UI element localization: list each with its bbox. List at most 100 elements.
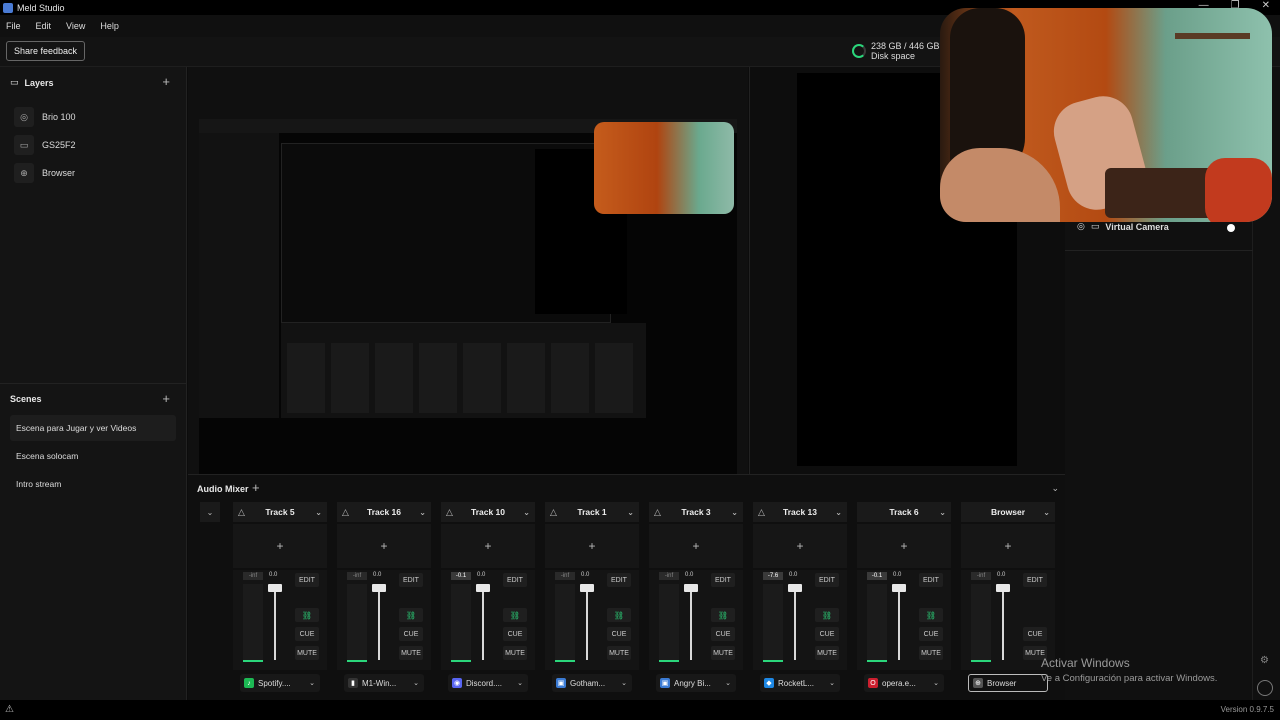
settings-gear-icon[interactable]: ⚙ [1260, 655, 1269, 666]
layer-item-gs25f2[interactable]: ▭ GS25F2 [14, 135, 76, 155]
track-header[interactable]: △ Track 13 ⌄ [753, 502, 847, 522]
source-select[interactable]: ▮ M1-Win... ⌄ [344, 674, 424, 692]
chevron-down-icon[interactable]: ⌄ [627, 508, 634, 517]
volume-fader-handle[interactable] [892, 584, 906, 592]
scene-preview[interactable] [199, 119, 737, 489]
track-header[interactable]: △ Track 3 ⌄ [649, 502, 743, 522]
mute-button[interactable]: MUTE [815, 646, 839, 660]
edit-button[interactable]: EDIT [607, 573, 631, 587]
volume-fader-handle[interactable] [788, 584, 802, 592]
add-source-button[interactable]: + [961, 524, 1055, 568]
source-select[interactable]: ♪ Spotify.... ⌄ [240, 674, 320, 692]
add-source-button[interactable]: + [753, 524, 847, 568]
edit-button[interactable]: EDIT [503, 573, 527, 587]
edit-button[interactable]: EDIT [1023, 573, 1047, 587]
add-source-button[interactable]: + [545, 524, 639, 568]
source-select[interactable]: ⊕ Browser [968, 674, 1048, 692]
virtual-camera-toggle[interactable] [1227, 224, 1235, 232]
layer-item-browser[interactable]: ⊕ Browser [14, 163, 75, 183]
track-header[interactable]: Track 6 ⌄ [857, 502, 951, 522]
chevron-down-icon[interactable]: ⌄ [200, 502, 220, 522]
link-icon[interactable]: ⛓ [399, 608, 423, 622]
edit-button[interactable]: EDIT [295, 573, 319, 587]
source-select[interactable]: ▣ Angry Bi... ⌄ [656, 674, 736, 692]
layer-item-brio[interactable]: ◎ Brio 100 [14, 107, 76, 127]
share-feedback-button[interactable]: Share feedback [6, 41, 86, 61]
track-header[interactable]: △ Track 10 ⌄ [441, 502, 535, 522]
add-source-button[interactable]: + [441, 524, 535, 568]
edit-button[interactable]: EDIT [711, 573, 735, 587]
chevron-down-icon[interactable]: ⌄ [835, 508, 842, 517]
cue-button[interactable]: CUE [295, 627, 319, 641]
chevron-down-icon[interactable]: ⌄ [523, 508, 530, 517]
edit-button[interactable]: EDIT [919, 573, 943, 587]
volume-fader-track[interactable] [898, 584, 900, 660]
link-icon[interactable]: ⛓ [295, 608, 319, 622]
volume-fader-handle[interactable] [268, 584, 282, 592]
mute-button[interactable]: MUTE [711, 646, 735, 660]
warning-icon[interactable]: ⚠ [5, 704, 14, 715]
volume-fader-handle[interactable] [996, 584, 1010, 592]
volume-fader-handle[interactable] [580, 584, 594, 592]
add-source-button[interactable]: + [337, 524, 431, 568]
edit-button[interactable]: EDIT [815, 573, 839, 587]
close-button[interactable]: ✕ [1262, 0, 1270, 11]
volume-fader-track[interactable] [586, 584, 588, 660]
volume-fader-track[interactable] [690, 584, 692, 660]
avatar[interactable] [1257, 680, 1273, 696]
menu-file[interactable]: File [6, 21, 21, 31]
mute-button[interactable]: MUTE [399, 646, 423, 660]
cue-button[interactable]: CUE [399, 627, 423, 641]
source-select[interactable]: ◉ Discord.... ⌄ [448, 674, 528, 692]
cue-button[interactable]: CUE [503, 627, 527, 641]
scene-item-jugar[interactable]: Escena para Jugar y ver Videos [10, 415, 176, 441]
cue-button[interactable]: CUE [1023, 627, 1047, 641]
link-icon[interactable]: ⛓ [607, 608, 631, 622]
volume-fader-track[interactable] [482, 584, 484, 660]
scene-item-intro[interactable]: Intro stream [10, 471, 176, 497]
volume-fader-track[interactable] [274, 584, 276, 660]
volume-fader-track[interactable] [1002, 584, 1004, 660]
chevron-down-icon[interactable]: ⌄ [731, 508, 738, 517]
cue-button[interactable]: CUE [607, 627, 631, 641]
mute-button[interactable]: MUTE [607, 646, 631, 660]
add-source-button[interactable]: + [649, 524, 743, 568]
add-source-button[interactable]: + [857, 524, 951, 568]
cue-button[interactable]: CUE [711, 627, 735, 641]
add-scene-button[interactable]: + [162, 391, 170, 406]
volume-fader-track[interactable] [794, 584, 796, 660]
add-track-button[interactable]: + [252, 480, 260, 495]
chevron-down-icon[interactable]: ⌄ [315, 508, 322, 517]
track-header[interactable]: Browser ⌄ [961, 502, 1055, 522]
volume-fader-handle[interactable] [684, 584, 698, 592]
menu-view[interactable]: View [66, 21, 85, 31]
cue-button[interactable]: CUE [815, 627, 839, 641]
mute-button[interactable]: MUTE [295, 646, 319, 660]
link-icon[interactable]: ⛓ [711, 608, 735, 622]
menu-help[interactable]: Help [100, 21, 119, 31]
mute-button[interactable]: MUTE [919, 646, 943, 660]
track-header[interactable]: △ Track 16 ⌄ [337, 502, 431, 522]
virtual-camera-row[interactable]: ◎ ▭ Virtual Camera [1077, 221, 1169, 232]
source-select[interactable]: ▣ Gotham... ⌄ [552, 674, 632, 692]
scene-item-solocam[interactable]: Escena solocam [10, 443, 176, 469]
link-icon[interactable]: ⛓ [919, 608, 943, 622]
chevron-down-icon[interactable]: ⌄ [419, 508, 426, 517]
add-source-button[interactable]: + [233, 524, 327, 568]
track-header[interactable]: △ Track 1 ⌄ [545, 502, 639, 522]
chevron-down-icon[interactable]: ⌄ [939, 508, 946, 517]
menu-edit[interactable]: Edit [36, 21, 52, 31]
source-select[interactable]: ◆ RocketL... ⌄ [760, 674, 840, 692]
chevron-down-icon[interactable]: ⌄ [1043, 508, 1050, 517]
volume-fader-track[interactable] [378, 584, 380, 660]
cue-button[interactable]: CUE [919, 627, 943, 641]
track-header[interactable]: △ Track 5 ⌄ [233, 502, 327, 522]
collapse-mixer-chevron-icon[interactable]: ⌄ [1051, 483, 1059, 494]
volume-fader-handle[interactable] [476, 584, 490, 592]
source-select[interactable]: Oopera.e... ⌄ [864, 674, 944, 692]
mute-button[interactable]: MUTE [503, 646, 527, 660]
add-layer-button[interactable]: + [162, 74, 170, 89]
link-icon[interactable]: ⛓ [503, 608, 527, 622]
volume-fader-handle[interactable] [372, 584, 386, 592]
edit-button[interactable]: EDIT [399, 573, 423, 587]
